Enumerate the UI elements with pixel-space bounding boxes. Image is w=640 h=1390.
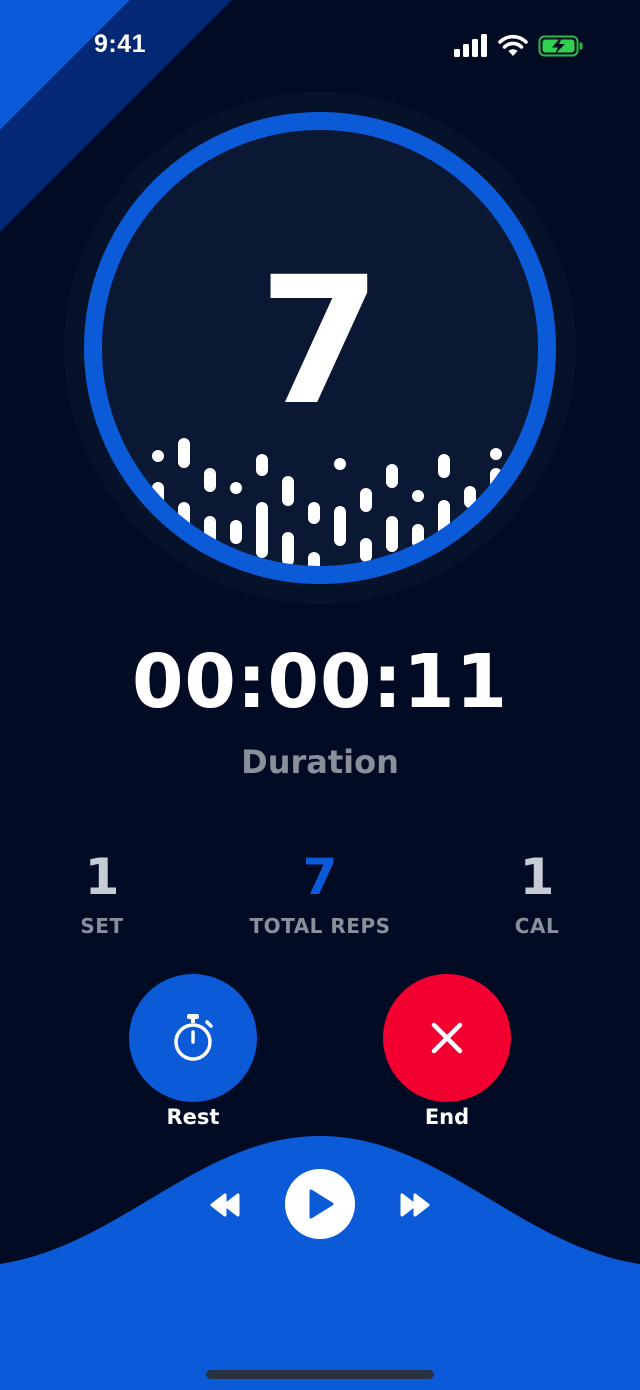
play-icon (309, 1189, 334, 1219)
rewind-icon (210, 1193, 240, 1217)
end-action: End (383, 974, 511, 1129)
workout-screen: 9:41 7 00:00:11 Duration 1 SET 7 TOTAL R… (0, 0, 640, 1390)
stat-total-reps-value: 7 (302, 848, 338, 906)
cellular-signal-icon (454, 34, 487, 57)
close-icon (431, 1022, 463, 1054)
status-time: 9:41 (94, 30, 147, 58)
stat-total-reps: 7 TOTAL REPS (220, 848, 420, 938)
stat-cal-value: 1 (519, 848, 555, 906)
stat-total-reps-label: TOTAL REPS (249, 914, 391, 938)
rest-action: Rest (129, 974, 257, 1129)
fast-forward-icon (400, 1193, 430, 1217)
play-button[interactable] (285, 1169, 355, 1239)
duration-label: Duration (241, 743, 399, 781)
status-icons (454, 34, 584, 60)
battery-charging-icon (538, 35, 583, 57)
rest-label: Rest (166, 1105, 220, 1129)
stopwatch-icon (174, 1014, 213, 1061)
stat-set-label: SET (80, 914, 124, 938)
rep-counter-ring: 7 (64, 92, 576, 604)
rewind-button[interactable] (200, 1180, 250, 1230)
end-button[interactable] (383, 974, 511, 1102)
home-indicator[interactable] (206, 1370, 434, 1379)
wifi-icon (498, 34, 528, 56)
stat-cal: 1 CAL (437, 848, 637, 938)
duration-value: 00:00:11 (131, 639, 509, 725)
rep-count: 7 (258, 239, 382, 444)
fast-forward-button[interactable] (390, 1180, 440, 1230)
stat-set: 1 SET (2, 848, 202, 938)
stat-set-value: 1 (84, 848, 120, 906)
rest-button[interactable] (129, 974, 257, 1102)
stat-cal-label: CAL (514, 914, 560, 938)
status-bar: 9:41 (0, 0, 640, 96)
end-label: End (424, 1105, 470, 1129)
